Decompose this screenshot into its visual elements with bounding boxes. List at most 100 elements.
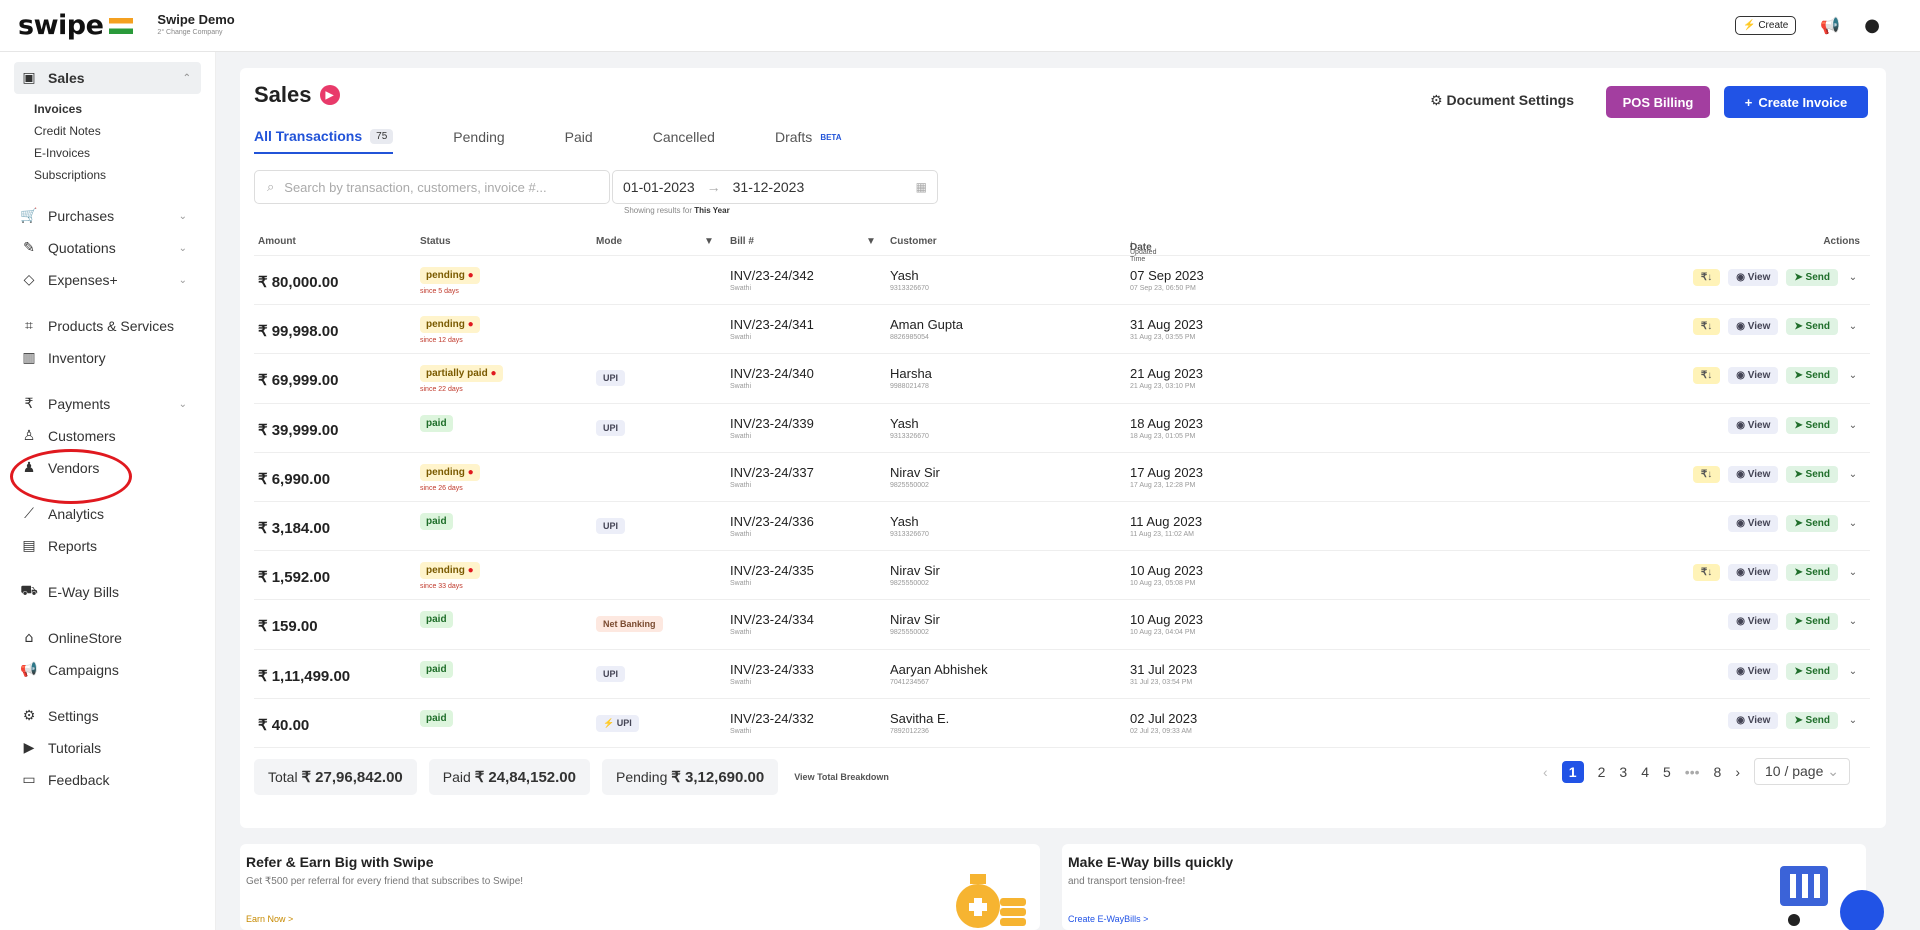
sidebar-item-feedback[interactable]: ▭ Feedback xyxy=(18,764,197,796)
customer-cell[interactable]: Nirav Sir 9825550002 xyxy=(890,465,940,489)
sidebar-item-settings[interactable]: ⚙ Settings xyxy=(18,700,197,732)
bill-cell[interactable]: INV/23-24/332 Swathi xyxy=(730,711,814,735)
page-3[interactable]: 3 xyxy=(1619,764,1627,780)
chevron-down-icon[interactable]: ⌄ xyxy=(1846,666,1860,677)
chevron-down-icon[interactable]: ⌄ xyxy=(1846,715,1860,726)
chevron-down-icon[interactable]: ⌄ xyxy=(1846,567,1860,578)
send-button[interactable]: ➤ Send xyxy=(1786,465,1838,483)
record-payment-button[interactable]: ₹↓ xyxy=(1692,465,1721,483)
bill-cell[interactable]: INV/23-24/340 Swathi xyxy=(730,366,814,390)
view-button[interactable]: ◉ View xyxy=(1728,662,1779,680)
sidebar-item-analytics[interactable]: ⟋ Analytics xyxy=(18,498,197,530)
chevron-down-icon[interactable]: ⌄ xyxy=(1846,518,1860,529)
send-button[interactable]: ➤ Send xyxy=(1786,416,1838,434)
sidebar-sub-credit-notes[interactable]: Credit Notes xyxy=(34,120,215,142)
sidebar-sub-e-invoices[interactable]: E-Invoices xyxy=(34,142,215,164)
bill-cell[interactable]: INV/23-24/337 Swathi xyxy=(730,465,814,489)
send-button[interactable]: ➤ Send xyxy=(1786,613,1838,631)
table-row[interactable]: ₹ 1,592.00 pending ● since 33 days INV/2… xyxy=(254,551,1870,601)
sidebar-item-tutorials[interactable]: ▶ Tutorials xyxy=(18,732,197,764)
document-settings-button[interactable]: ⚙ Document Settings xyxy=(1430,92,1574,109)
company-switcher[interactable]: Swipe Demo 2° Change Company xyxy=(157,13,234,39)
table-row[interactable]: ₹ 40.00 paid ⚡ UPI INV/23-24/332 Swathi S… xyxy=(254,699,1870,748)
tab-paid[interactable]: Paid xyxy=(565,128,593,154)
send-button[interactable]: ➤ Send xyxy=(1786,269,1838,286)
page-4[interactable]: 4 xyxy=(1641,764,1649,780)
customer-cell[interactable]: Aman Gupta 8826985054 xyxy=(890,317,963,341)
bill-cell[interactable]: INV/23-24/342 Swathi xyxy=(730,268,814,292)
tab-cancelled[interactable]: Cancelled xyxy=(653,128,715,154)
table-row[interactable]: ₹ 1,11,499.00 paid UPI INV/23-24/333 Swat… xyxy=(254,650,1870,699)
sidebar-item-campaigns[interactable]: 📢 Campaigns xyxy=(18,654,197,686)
play-icon[interactable]: ▶ xyxy=(319,85,340,105)
bill-cell[interactable]: INV/23-24/333 Swathi xyxy=(730,662,814,686)
date-to[interactable]: 31-12-2023 xyxy=(733,179,805,195)
pos-billing-button[interactable]: POS Billing xyxy=(1606,86,1710,118)
sidebar-item-customers[interactable]: ♙ Customers xyxy=(18,420,197,452)
table-row[interactable]: ₹ 69,999.00 partially paid ● since 22 da… xyxy=(254,354,1870,404)
sidebar-item-sales[interactable]: ▣ Sales ⌃ xyxy=(14,62,201,94)
chevron-down-icon[interactable]: ⌄ xyxy=(1846,321,1860,332)
customer-cell[interactable]: Nirav Sir 9825550002 xyxy=(890,563,940,587)
col-amount[interactable]: Amount xyxy=(258,236,296,247)
chevron-down-icon[interactable]: ⌄ xyxy=(1846,420,1860,431)
record-payment-button[interactable]: ₹↓ xyxy=(1692,564,1721,582)
page-5[interactable]: 5 xyxy=(1663,764,1671,780)
send-button[interactable]: ➤ Send xyxy=(1786,514,1838,532)
sidebar-item-products[interactable]: ⌗ Products & Services xyxy=(18,310,197,342)
customer-cell[interactable]: Yash 9313326670 xyxy=(890,268,929,292)
view-button[interactable]: ◉ View xyxy=(1728,318,1779,336)
create-eway-link[interactable]: Create E-WayBills > xyxy=(1068,914,1148,924)
filter-icon[interactable]: ▼ xyxy=(704,236,714,247)
record-payment-button[interactable]: ₹↓ xyxy=(1692,367,1721,385)
sidebar-item-reports[interactable]: ▤ Reports xyxy=(18,530,197,562)
megaphone-icon[interactable]: 📢 xyxy=(1820,16,1840,35)
chevron-down-icon[interactable]: ⌄ xyxy=(1846,272,1860,283)
date-from[interactable]: 01-01-2023 xyxy=(623,179,695,195)
bill-cell[interactable]: INV/23-24/336 Swathi xyxy=(730,514,814,538)
view-button[interactable]: ◉ View xyxy=(1728,514,1779,532)
page-1[interactable]: 1 xyxy=(1561,760,1584,783)
bill-cell[interactable]: INV/23-24/335 Swathi xyxy=(730,563,814,587)
view-total-breakdown-link[interactable]: View Total Breakdown xyxy=(794,772,889,782)
sidebar-item-inventory[interactable]: ▥ Inventory xyxy=(18,342,197,374)
swipe-logo[interactable]: swipe xyxy=(18,10,104,41)
table-row[interactable]: ₹ 99,998.00 pending ● since 12 days INV/… xyxy=(254,305,1870,355)
send-button[interactable]: ➤ Send xyxy=(1786,662,1838,680)
quick-create-button[interactable]: ⚡ Create xyxy=(1735,16,1797,35)
sidebar-sub-subscriptions[interactable]: Subscriptions xyxy=(34,164,215,186)
sidebar-item-onlinestore[interactable]: ⌂ OnlineStore xyxy=(18,622,197,654)
customer-cell[interactable]: Nirav Sir 9825550002 xyxy=(890,612,940,636)
user-icon[interactable]: ● xyxy=(1864,15,1880,36)
view-button[interactable]: ◉ View xyxy=(1728,613,1779,631)
sidebar-item-expenses[interactable]: ◇ Expenses+ ⌄ xyxy=(18,264,197,296)
chevron-down-icon[interactable]: ⌄ xyxy=(1846,469,1860,480)
sidebar-item-purchases[interactable]: 🛒 Purchases ⌄ xyxy=(18,200,197,232)
refer-earn-card[interactable]: Refer & Earn Big with Swipe Get ₹500 per… xyxy=(240,844,1040,930)
send-button[interactable]: ➤ Send xyxy=(1786,711,1838,729)
bill-cell[interactable]: INV/23-24/334 Swathi xyxy=(730,612,814,636)
view-button[interactable]: ◉ View xyxy=(1728,416,1779,434)
next-page-icon[interactable]: › xyxy=(1735,764,1740,780)
filter-icon[interactable]: ▼ xyxy=(866,236,876,247)
table-row[interactable]: ₹ 6,990.00 pending ● since 26 days INV/2… xyxy=(254,453,1870,502)
send-button[interactable]: ➤ Send xyxy=(1786,564,1838,582)
bill-cell[interactable]: INV/23-24/339 Swathi xyxy=(730,416,814,440)
customer-cell[interactable]: Aaryan Abhishek 7041234567 xyxy=(890,662,988,686)
page-2[interactable]: 2 xyxy=(1598,764,1606,780)
tab-pending[interactable]: Pending xyxy=(453,128,504,154)
view-button[interactable]: ◉ View xyxy=(1728,269,1779,286)
bill-cell[interactable]: INV/23-24/341 Swathi xyxy=(730,317,814,341)
tab-all-transactions[interactable]: All Transactions 75 xyxy=(254,128,394,154)
send-button[interactable]: ➤ Send xyxy=(1786,318,1838,336)
eway-bills-card[interactable]: Make E-Way bills quickly and transport t… xyxy=(1062,844,1866,930)
page-8[interactable]: 8 xyxy=(1714,764,1722,780)
search-input[interactable]: ⌕ Search by transaction, customers, invo… xyxy=(254,170,610,204)
page-ellipsis[interactable]: ••• xyxy=(1685,764,1700,780)
view-button[interactable]: ◉ View xyxy=(1728,465,1779,483)
table-row[interactable]: ₹ 3,184.00 paid UPI INV/23-24/336 Swathi … xyxy=(254,502,1870,552)
table-row[interactable]: ₹ 159.00 paid Net Banking INV/23-24/334 S… xyxy=(254,600,1870,650)
sidebar-item-eway-bills[interactable]: ⛟ E-Way Bills xyxy=(18,576,197,608)
customer-cell[interactable]: Savitha E. 7892012236 xyxy=(890,711,949,735)
table-row[interactable]: ₹ 39,999.00 paid UPI INV/23-24/339 Swathi… xyxy=(254,404,1870,453)
